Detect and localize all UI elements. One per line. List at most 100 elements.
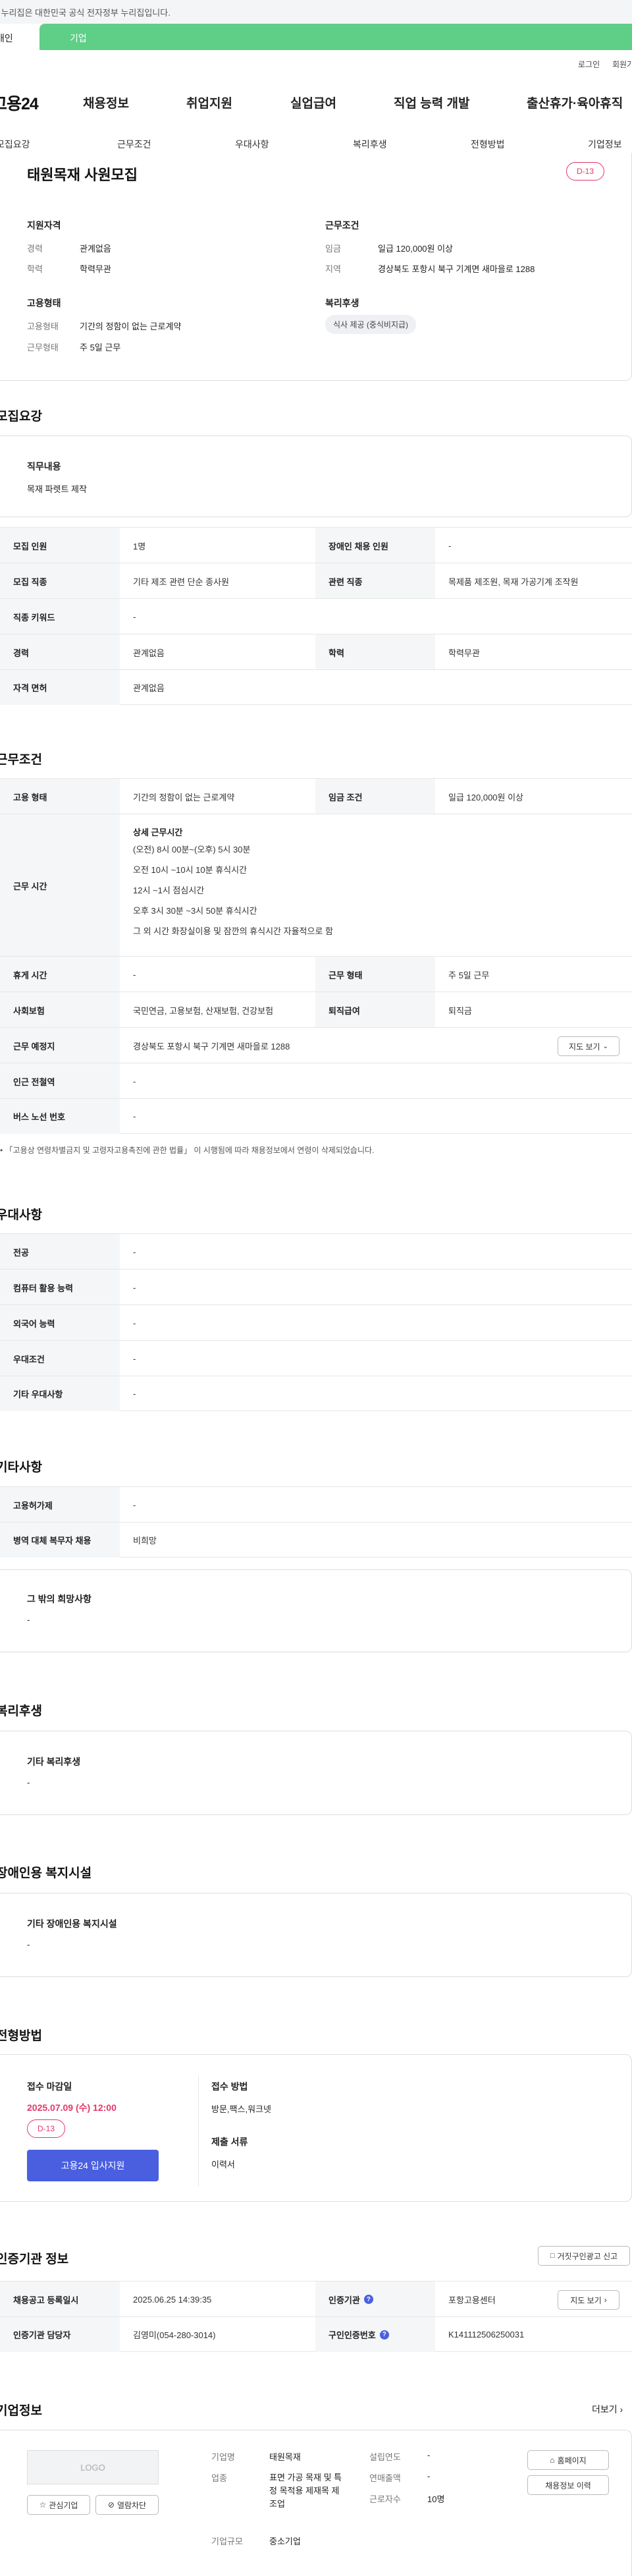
sales-label: 연매출액 [369, 2473, 401, 2483]
segment-personal[interactable]: 개인 [0, 32, 13, 45]
map-button[interactable]: 지도 보기 ⌄ [558, 1036, 619, 1056]
prefer-label: 기타 우대사항 [0, 1376, 120, 1411]
age-note-text: 「고용상 연령차별금지 및 고령자고용촉진에 관한 법률」 이 시행됨에 따라 … [5, 1146, 375, 1155]
rest-label: 휴게 시간 [0, 957, 120, 992]
org-label: 인증기관 [329, 2295, 360, 2305]
related-value: 목제품 제조원, 목재 가공기계 조작원 [448, 576, 579, 587]
bus-label: 버스 노선 번호 [0, 1099, 120, 1134]
place-label: 근무 예정지 [0, 1028, 120, 1063]
nav-unemployment-benefit[interactable]: 실업급여 [290, 94, 336, 111]
etc-value: 비희망 [133, 1536, 157, 1546]
document-icon: □ [550, 2252, 555, 2260]
segment-company[interactable]: 기업 [40, 24, 632, 50]
code-label-cell: 구인인증번호? [315, 2317, 435, 2352]
chevron-right-icon: › [619, 2404, 623, 2415]
region-label: 지역 [325, 264, 341, 274]
agency-heading: 인증기관 정보 [0, 2253, 69, 2266]
info-icon[interactable]: ? [379, 2330, 389, 2339]
career-value: 관계없음 [80, 244, 111, 254]
recruit-heading: 모집요강 [0, 410, 42, 424]
agency-map-button[interactable]: 지도 보기 › [558, 2290, 619, 2310]
prefer-label: 우대조건 [0, 1341, 120, 1376]
nav-job-info[interactable]: 채용정보 [83, 94, 129, 111]
table-row: 휴게 시간 - 근무 형태 주 5일 근무 [0, 956, 632, 992]
age-note: • 「고용상 연령차별금지 및 고령자고용촉진에 관한 법률」 이 시행됨에 따… [0, 1146, 375, 1155]
tab-prefer[interactable]: 우대사항 [235, 138, 269, 151]
company-logo: LOGO [27, 2450, 159, 2484]
keyword-label: 직종 키워드 [0, 599, 120, 634]
method-value: 방문,팩스,워크넷 [211, 2104, 271, 2114]
homepage-button[interactable]: ⌂ 홈페이지 [527, 2450, 609, 2470]
join-link[interactable]: 회원가입 [612, 59, 632, 70]
emp-type-value: 기간의 정함이 없는 근로계약 [80, 322, 182, 331]
worktype-value: 주 5일 근무 [448, 970, 490, 980]
block-view-button[interactable]: ⊘ 열람차단 [95, 2495, 159, 2515]
tab-recruit[interactable]: 모집요강 [0, 138, 30, 151]
code-value: K141112506250031 [448, 2330, 525, 2339]
nav-parental-leave[interactable]: 출산휴가·육아휴직 [527, 94, 623, 111]
segment-company-label: 기업 [70, 33, 87, 43]
favorite-company-button[interactable]: ☆ 관심기업 [27, 2495, 90, 2515]
table-row: 컴퓨터 활용 능력 - [0, 1269, 632, 1305]
year-value: - [427, 2450, 431, 2460]
duty-box: 직무내용 목재 파렛트 제작 [0, 435, 632, 517]
disabled-label: 장애인 채용 인원 [315, 528, 435, 563]
duty-title: 직무내용 [27, 461, 61, 472]
prefer-value: - [133, 1389, 136, 1399]
wage-value: 일급 120,000원 이상 [378, 244, 454, 254]
headcount-value: 1명 [133, 541, 146, 551]
org-label-cell: 인증기관? [315, 2282, 435, 2317]
worktype-label: 근무 형태 [315, 957, 435, 992]
emp-count-value: 10명 [427, 2494, 445, 2504]
star-icon: ☆ [39, 2500, 47, 2509]
login-link[interactable]: 로그인 [578, 59, 600, 70]
edu-value: 학력무관 [80, 264, 111, 274]
prefer-label: 외국어 능력 [0, 1305, 120, 1341]
work-value: 주 5일 근무 [80, 343, 121, 352]
docs-label: 제출 서류 [211, 2137, 248, 2147]
emp-title: 고용형태 [27, 298, 61, 308]
recruit-edu-value: 학력무관 [448, 648, 480, 658]
code-label: 구인인증번호 [329, 2330, 376, 2340]
benefit-heading: 복리후생 [0, 1704, 42, 1718]
table-row: 버스 노선 번호 - [0, 1098, 632, 1134]
benefit-box-value: - [27, 1778, 30, 1787]
report-fake-ad-button[interactable]: □ 거짓구인광고 신고 [538, 2246, 630, 2266]
benefit-box: 기타 복리후생 - [0, 1731, 632, 1815]
table-row: 근무 시간 상세 근무시간 (오전) 8시 00분~(오후) 5시 30분 오전… [0, 814, 632, 957]
company-more-link[interactable]: 더보기 › [592, 2403, 623, 2416]
tab-process[interactable]: 전형방법 [471, 138, 505, 151]
nav-employment-support[interactable]: 취업지원 [186, 94, 232, 111]
recruit-history-button[interactable]: 채용정보 이력 [527, 2475, 609, 2495]
gov-banner-text: 이 누리집은 대한민국 공식 전자정부 누리집입니다. [0, 8, 171, 18]
work-wage-label: 임금 조건 [315, 779, 435, 814]
job-label: 모집 직종 [0, 563, 120, 599]
recruit-career-value: 관계없음 [133, 648, 165, 658]
license-label: 자격 면허 [0, 670, 120, 705]
job-value: 기타 제조 관련 단순 종사원 [133, 576, 230, 587]
manager-label: 인증기관 담당자 [0, 2317, 120, 2352]
benefit-box-title: 기타 복리후생 [27, 1756, 81, 1767]
apply-button[interactable]: 고용24 입사지원 [27, 2150, 159, 2181]
tab-company[interactable]: 기업정보 [588, 138, 622, 151]
more-label: 더보기 [592, 2404, 618, 2415]
hours-label: 근무 시간 [0, 814, 120, 957]
nav-job-training[interactable]: 직업 능력 개발 [394, 94, 469, 111]
size-value: 중소기업 [269, 2536, 301, 2546]
job-title: 태원목재 사원모집 [27, 167, 138, 183]
rest-value: - [133, 969, 136, 980]
tab-benefit[interactable]: 복리후생 [353, 138, 387, 151]
table-row: 사회보험 국민연금, 고용보험, 산재보험, 건강보험 퇴직급여 퇴직금 [0, 992, 632, 1028]
process-divider [198, 2076, 199, 2187]
process-box: 접수 마감일 2025.07.09 (수) 12:00 D-13 고용24 입사… [0, 2054, 632, 2202]
global-nav: 고용24 채용정보 취업지원 실업급여 직업 능력 개발 출산휴가·육아휴직 [0, 86, 632, 120]
disabled-value: - [448, 540, 452, 551]
site-logo[interactable]: 고용24 [0, 91, 39, 115]
table-row: 우대조건 - [0, 1340, 632, 1376]
table-row: 자격 면허 관계없음 [0, 669, 632, 705]
info-icon[interactable]: ? [363, 2295, 373, 2304]
retire-label: 퇴직급여 [315, 992, 435, 1028]
tab-work[interactable]: 근무조건 [117, 138, 151, 151]
disability-box: 기타 장애인용 복지시설 - [0, 1893, 632, 1977]
table-row: 외국어 능력 - [0, 1304, 632, 1341]
